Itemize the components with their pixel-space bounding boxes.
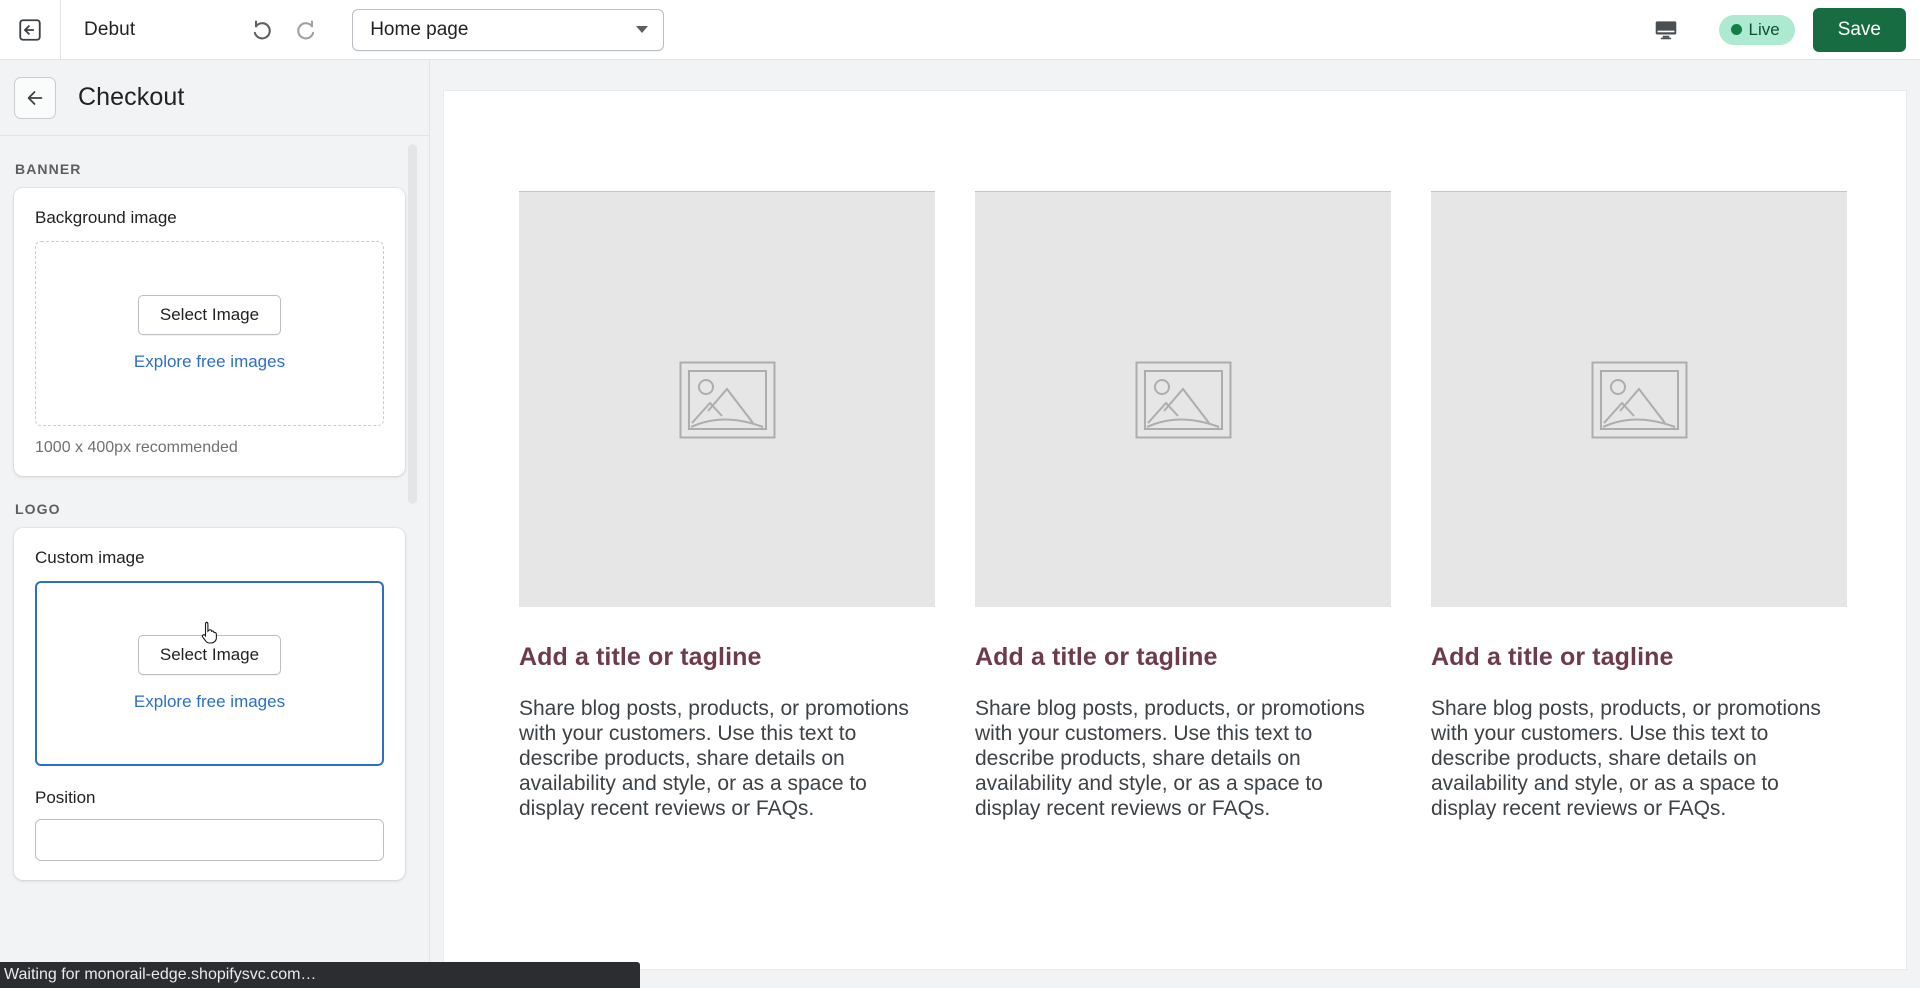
preview-column: Add a title or tagline Share blog posts,… — [1431, 191, 1847, 822]
live-dot-icon — [1730, 24, 1742, 35]
page-selector[interactable]: Home page — [352, 8, 665, 51]
redo-icon — [297, 20, 315, 39]
exit-editor-button[interactable] — [12, 12, 48, 48]
image-placeholder-icon — [679, 361, 775, 438]
explore-free-images-link[interactable]: Explore free images — [134, 352, 285, 372]
preview-column: Add a title or tagline Share blog posts,… — [519, 191, 935, 822]
preview-column: Add a title or tagline Share blog posts,… — [975, 191, 1391, 822]
desktop-monitor-icon — [1655, 20, 1676, 39]
sidebar-scrollbar-thumb[interactable] — [408, 144, 417, 504]
browser-status-bar: Waiting for monorail-edge.shopifysvc.com… — [0, 962, 640, 988]
live-status-label: Live — [1748, 19, 1780, 39]
column-body: Share blog posts, products, or promotion… — [975, 697, 1365, 820]
top-bar: Debut Home page Live Save — [0, 0, 1920, 60]
logo-settings-card: Custom image Select Image Explore free i… — [14, 528, 405, 880]
sidebar-header: Checkout — [0, 60, 429, 136]
live-status-badge[interactable]: Live — [1718, 14, 1795, 45]
image-placeholder[interactable] — [519, 191, 935, 607]
background-image-dropzone[interactable]: Select Image Explore free images — [35, 241, 384, 426]
sidebar-scrollbar-track[interactable] — [408, 136, 423, 988]
save-button[interactable]: Save — [1812, 7, 1906, 52]
position-select[interactable] — [35, 819, 384, 861]
custom-image-dropzone[interactable]: Select Image Explore free images — [35, 581, 384, 766]
exit-to-app-icon — [19, 18, 41, 41]
settings-sidebar: Checkout BANNER Background image Select … — [0, 60, 430, 988]
redo-button[interactable] — [291, 15, 321, 45]
image-placeholder[interactable] — [975, 191, 1391, 607]
background-image-helper: 1000 x 400px recommended — [35, 439, 238, 456]
background-image-label: Background image — [35, 208, 177, 227]
image-placeholder[interactable] — [1431, 191, 1847, 607]
explore-free-images-link-logo[interactable]: Explore free images — [134, 692, 285, 712]
desktop-view-button[interactable] — [1646, 10, 1686, 50]
status-bar-text: Waiting for monorail-edge.shopifysvc.com… — [4, 966, 317, 983]
image-placeholder-icon — [1135, 361, 1231, 438]
arrow-left-icon — [27, 90, 43, 105]
undo-icon — [254, 20, 271, 39]
banner-settings-card: Background image Select Image Explore fr… — [14, 188, 405, 476]
column-body: Share blog posts, products, or promotion… — [519, 697, 909, 820]
page-title: Checkout — [78, 83, 185, 111]
storefront-preview-frame[interactable]: Add a title or tagline Share blog posts,… — [443, 90, 1907, 970]
rich-text-columns-section: Add a title or tagline Share blog posts,… — [444, 91, 1906, 822]
preview-pane: Add a title or tagline Share blog posts,… — [430, 60, 1920, 988]
custom-image-label: Custom image — [35, 548, 145, 567]
column-title: Add a title or tagline — [975, 643, 1218, 671]
topbar-divider — [60, 0, 61, 60]
group-label-banner: BANNER — [15, 161, 82, 177]
history-controls — [247, 15, 321, 45]
topbar-actions: Live Save — [1646, 7, 1906, 52]
image-placeholder-icon — [1591, 361, 1687, 438]
select-image-button[interactable]: Select Image — [137, 295, 282, 335]
pointer-hand-cursor-icon — [201, 621, 217, 644]
sidebar-scroll-area: BANNER Background image Select Image Exp… — [0, 136, 429, 988]
page-selector-value: Home page — [370, 18, 469, 40]
undo-button[interactable] — [247, 15, 277, 45]
sidebar-back-button[interactable] — [14, 76, 56, 119]
column-title: Add a title or tagline — [1431, 643, 1674, 671]
group-label-logo: LOGO — [15, 501, 61, 517]
chevron-down-icon — [636, 26, 649, 33]
position-label: Position — [35, 788, 96, 807]
theme-name: Debut — [84, 18, 136, 40]
column-body: Share blog posts, products, or promotion… — [1431, 697, 1821, 820]
column-title: Add a title or tagline — [519, 643, 762, 671]
